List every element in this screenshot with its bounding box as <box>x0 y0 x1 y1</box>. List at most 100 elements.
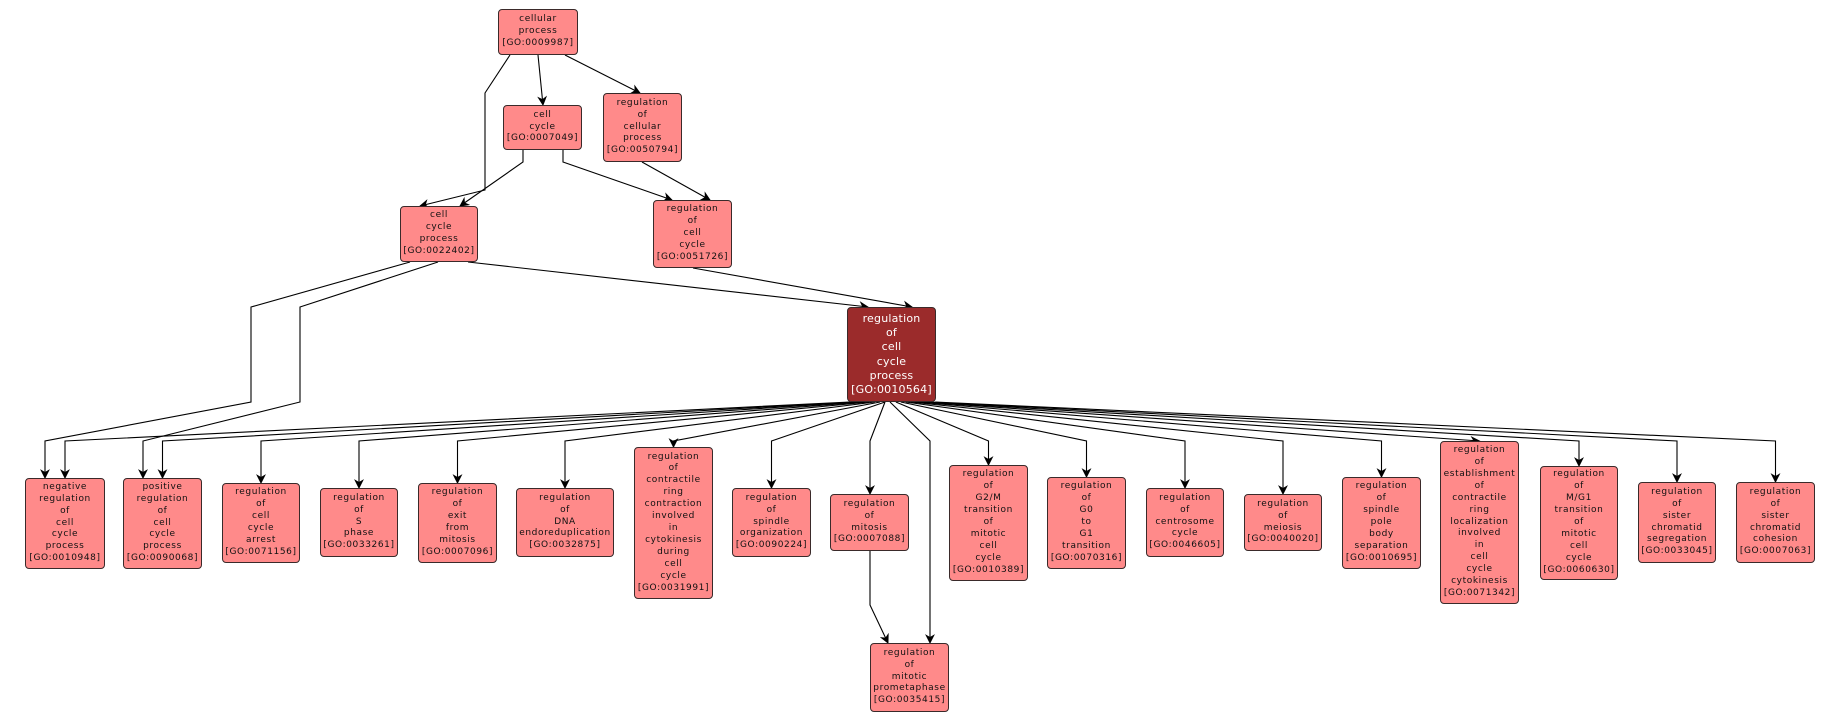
go-term-id: [GO:0010564] <box>851 382 932 396</box>
go-term-label-line: meiosis <box>1263 522 1303 533</box>
go-term-label-line: of <box>766 504 777 515</box>
go-term-label-line: regulation <box>431 487 484 498</box>
go-term-label-line: cycle <box>1171 528 1199 539</box>
go-term-label-line: regulation <box>1257 498 1309 509</box>
go-term-label-line: regulation <box>39 493 91 504</box>
go-term-label-line: ring <box>663 487 684 498</box>
go-term-label-line: of <box>983 481 994 492</box>
go-term-node-go-0035415[interactable]: regulation of mitotic prometaphase [GO:00354… <box>870 643 949 712</box>
go-term-label-line: process <box>45 541 85 552</box>
go-term-id: [GO:0007096] <box>421 546 494 557</box>
go-term-node-go-0040020[interactable]: regulation of meiosis [GO:0040020] <box>1244 494 1322 551</box>
go-term-id: [GO:0071156] <box>225 546 297 557</box>
edge-go-0010564-to-go-0090224 <box>766 401 886 489</box>
go-term-node-go-0007088[interactable]: regulation of mitosis [GO:0007088] <box>830 494 909 551</box>
go-term-label-line: G1 <box>1079 528 1094 539</box>
go-term-label-line: cell <box>533 109 552 120</box>
go-term-label-line: cycle <box>660 570 687 581</box>
go-term-node-go-0090068[interactable]: positive regulation of cell cycle process [GO:… <box>123 478 202 569</box>
edge-go-0009987-to-go-0050794 <box>564 54 641 94</box>
go-term-node-go-0007049[interactable]: cell cycle [GO:0007049] <box>503 105 582 150</box>
go-term-label-line: arrest <box>246 534 276 545</box>
go-term-label-line: negative <box>42 481 88 492</box>
go-term-id: [GO:0046605] <box>1149 540 1221 551</box>
go-term-label-line: process <box>518 26 558 37</box>
go-term-label-line: spindle <box>753 516 790 527</box>
go-term-label-line: cycle <box>975 552 1002 563</box>
go-term-label-line: of <box>904 659 915 670</box>
go-term-id: [GO:0051726] <box>656 251 729 262</box>
go-term-label-line: in <box>668 523 679 533</box>
go-term-label-line: DNA <box>554 516 576 527</box>
edge-go-0022402-to-go-0090068 <box>138 261 439 479</box>
go-term-label-line: of <box>885 326 897 340</box>
go-term-id: [GO:0033045] <box>1641 546 1713 557</box>
go-term-label-line: of <box>1081 493 1092 504</box>
go-term-label-line: regulation <box>1060 481 1113 492</box>
go-term-label-line: of <box>560 504 570 515</box>
go-term-label-line: cell <box>252 511 270 522</box>
go-term-node-go-0007063[interactable]: regulation of sister chromatid cohesion [GO:0… <box>1736 482 1815 563</box>
edge-go-0010564-to-go-0071156 <box>256 401 860 484</box>
go-term-label-line: of <box>637 109 648 120</box>
go-term-node-go-0071342[interactable]: regulation of establishment of contractile ri… <box>1440 441 1519 604</box>
go-term-label-line: segregation <box>1646 534 1708 545</box>
go-term-node-go-0033045[interactable]: regulation of sister chromatid segregation [G… <box>1638 482 1716 563</box>
go-term-node-go-0051726[interactable]: regulation of cell cycle [GO:0051726] <box>653 200 732 268</box>
go-term-id: [GO:0035415] <box>873 695 946 706</box>
go-term-label-line: cycle <box>1466 564 1493 575</box>
edge-go-0051726-to-go-0010564 <box>692 267 913 311</box>
go-term-node-go-0050794[interactable]: regulation of cellular process [GO:0050794] <box>603 93 682 162</box>
go-term-id: [GO:0022402] <box>403 245 475 256</box>
go-term-node-go-0032875[interactable]: regulation of DNA endoreduplication [GO:0032… <box>516 488 614 557</box>
edge-go-0009987-to-go-0007049 <box>537 54 548 106</box>
go-term-label-line: of <box>1672 498 1682 509</box>
go-term-id: [GO:0090068] <box>126 553 199 564</box>
go-term-label-line: regulation <box>666 204 719 215</box>
go-term-label-line: regulation <box>1355 481 1408 492</box>
go-term-node-go-0010695[interactable]: regulation of spindle pole body separation [GO… <box>1342 477 1421 569</box>
go-term-label-line: in <box>1474 540 1485 551</box>
go-term-label-line: contractile <box>1452 492 1507 503</box>
go-term-label-line: to <box>1081 517 1092 528</box>
go-term-node-go-0060630[interactable]: regulation of M/G1 transition of mitotic cell c… <box>1540 466 1618 580</box>
go-term-id: [GO:0007049] <box>506 133 579 144</box>
go-term-node-go-0022402[interactable]: cell cycle process [GO:0022402] <box>400 206 478 262</box>
go-term-label-line: mitotic <box>1561 528 1597 539</box>
go-term-id: [GO:0007063] <box>1739 546 1812 557</box>
go-term-id: [GO:0040020] <box>1247 534 1319 545</box>
go-term-label-line: cycle <box>1565 552 1593 563</box>
go-term-label-line: cycle <box>51 529 79 540</box>
go-term-label-line: of <box>1574 517 1584 528</box>
go-term-id: [GO:0031991] <box>637 582 710 593</box>
go-term-label-line: cycle <box>425 222 453 233</box>
go-term-label-line: of <box>983 517 994 528</box>
go-term-node-go-0090224[interactable]: regulation of spindle organization [GO:00902… <box>732 488 811 557</box>
go-term-node-go-0010389[interactable]: regulation of G2/M transition of mitotic cell c… <box>949 465 1028 581</box>
go-term-label-line: of <box>1770 498 1781 509</box>
go-term-node-go-0010948[interactable]: negative regulation of cell cycle process [GO:… <box>25 478 105 569</box>
go-term-node-go-0031991[interactable]: regulation of contractile ring contraction in… <box>634 447 713 599</box>
go-term-label-line: phase <box>343 528 375 539</box>
go-term-node-go-0009987[interactable]: cellular process [GO:0009987] <box>498 9 578 55</box>
go-term-id: [GO:0010948] <box>29 553 101 564</box>
go-term-id: [GO:0033261] <box>323 540 395 551</box>
go-term-node-go-0071156[interactable]: regulation of cell cycle arrest [GO:0071156] <box>222 483 300 563</box>
go-term-id: [GO:0050794] <box>606 145 679 156</box>
go-term-label-line: centrosome <box>1155 516 1215 527</box>
go-term-node-go-0046605[interactable]: regulation of centrosome cycle [GO:0046605] <box>1146 488 1224 557</box>
go-term-id: [GO:0071342] <box>1443 587 1516 598</box>
go-term-label-line: G0 <box>1079 505 1094 516</box>
go-term-node-go-0010564[interactable]: regulation of cell cycle process [GO:0010564] <box>847 307 936 402</box>
go-term-label-line: cell <box>683 228 702 239</box>
go-term-node-go-0007096[interactable]: regulation of exit from mitosis [GO:0007096] <box>418 483 497 563</box>
go-term-node-go-0070316[interactable]: regulation of G0 to G1 transition [GO:0070316] <box>1047 477 1126 569</box>
go-term-id: [GO:0009987] <box>502 37 574 48</box>
go-term-label-line: mitosis <box>439 534 476 545</box>
go-term-label-line: regulation <box>1453 445 1506 456</box>
go-term-label-line: contraction <box>644 499 703 510</box>
go-term-label-line: of <box>1180 504 1190 515</box>
go-term-label-line: organization <box>739 528 804 539</box>
go-term-label-line: cycle <box>529 121 556 132</box>
go-term-node-go-0033261[interactable]: regulation of Sphase [GO:0033261] <box>320 488 398 557</box>
